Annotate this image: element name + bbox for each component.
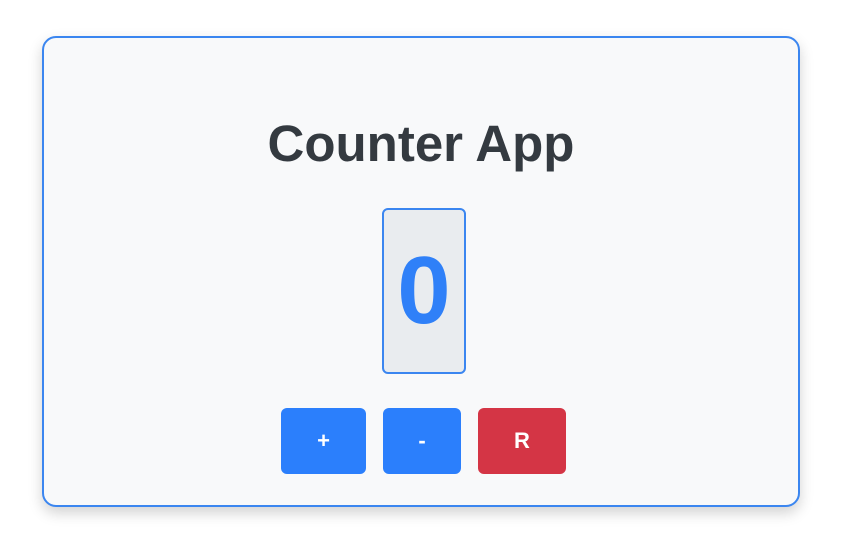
page-title: Counter App (267, 115, 575, 172)
reset-button[interactable]: R (478, 408, 566, 474)
decrement-button[interactable]: - (383, 408, 461, 474)
counter-card: Counter App 0 + - R (42, 36, 800, 507)
increment-button[interactable]: + (281, 408, 366, 474)
counter-display: 0 (382, 208, 466, 374)
